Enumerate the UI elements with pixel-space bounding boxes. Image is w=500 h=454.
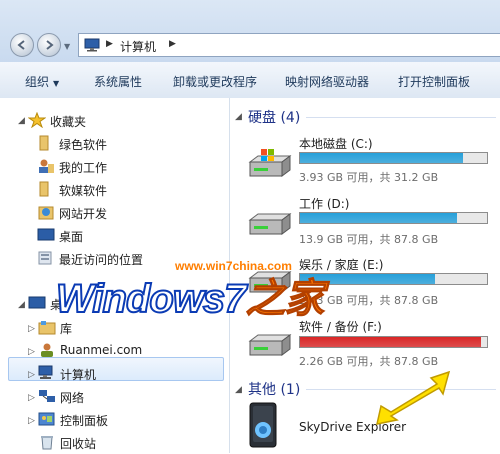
- collapse-arrow-icon[interactable]: ◢: [18, 116, 25, 126]
- breadcrumb-separator-icon[interactable]: ▶: [106, 39, 113, 49]
- collapse-arrow-icon[interactable]: ◢: [235, 385, 242, 395]
- computer-icon: [84, 38, 100, 52]
- skydrive-explorer-icon: [249, 402, 277, 448]
- collapse-arrow-icon[interactable]: ◢: [18, 300, 25, 310]
- group-divider: [306, 117, 496, 118]
- organize-label: 组织: [25, 75, 50, 89]
- recent-places-icon: [38, 251, 52, 265]
- uninstall-program-button[interactable]: 卸载或更改程序: [173, 73, 257, 90]
- drive-usage-fill: [300, 213, 458, 223]
- expand-arrow-icon[interactable]: ▷: [28, 324, 35, 334]
- organize-button[interactable]: 组织 ▼: [25, 73, 59, 90]
- drive-usage-fill: [300, 153, 463, 163]
- back-button[interactable]: [10, 33, 34, 57]
- desktop-icon: [37, 228, 55, 241]
- group-other[interactable]: 其他 (1): [248, 379, 300, 399]
- user-icon: [41, 343, 53, 357]
- hard-drive-icon: [248, 334, 292, 356]
- collapse-arrow-icon[interactable]: ◢: [235, 112, 242, 122]
- watermark-logo-zh: 之家: [245, 277, 325, 322]
- chevron-down-icon: ▼: [53, 79, 60, 88]
- recent-pages-dropdown-icon[interactable]: ▼: [64, 42, 70, 51]
- expand-arrow-icon[interactable]: ▷: [28, 347, 35, 357]
- breadcrumb-separator-icon[interactable]: ▶: [169, 39, 176, 49]
- drive-usage-bar: [299, 336, 488, 348]
- nav-my-work-label: 我的工作: [59, 161, 108, 175]
- nav-web-dev-label: 网站开发: [59, 207, 108, 221]
- nav-favorites-label: 收藏夹: [50, 115, 87, 129]
- recycle-bin-icon: [41, 436, 53, 450]
- nav-desktop-label: 桌面: [59, 230, 84, 244]
- open-control-panel-button[interactable]: 打开控制面板: [398, 73, 470, 90]
- drive-size-text: 13.9 GB 可用，共 87.8 GB: [299, 233, 439, 246]
- computer-icon: [38, 365, 53, 379]
- drive-name: 本地磁盘 (C:): [299, 137, 373, 151]
- drive-usage-fill: [300, 337, 482, 347]
- nav-network-label: 网络: [60, 391, 85, 405]
- breadcrumb-computer[interactable]: 计算机: [120, 38, 156, 55]
- desktop-icon: [28, 296, 46, 309]
- watermark-logo: Windows7之家: [55, 266, 325, 324]
- nav-ruanmei-label: Ruanmei.com: [60, 343, 143, 357]
- drive-usage-bar: [299, 212, 488, 224]
- network-icon: [39, 390, 55, 402]
- drive-usage-bar: [299, 273, 488, 285]
- map-network-drive-button[interactable]: 映射网络驱动器: [285, 73, 369, 90]
- system-properties-button[interactable]: 系统属性: [94, 73, 142, 90]
- drive-name: 工作 (D:): [299, 197, 350, 211]
- drive-usage-bar: [299, 152, 488, 164]
- drive-size-text: 2.26 GB 可用，共 87.8 GB: [299, 355, 439, 368]
- folder-icon: [39, 135, 49, 151]
- nav-green-software-label: 绿色软件: [59, 138, 108, 152]
- system-drive-icon: [248, 149, 292, 177]
- drive-size-text: 3.93 GB 可用，共 31.2 GB: [299, 171, 439, 184]
- expand-arrow-icon[interactable]: ▷: [28, 416, 35, 426]
- forward-button[interactable]: [37, 33, 61, 57]
- user-folder-icon: [39, 159, 54, 173]
- expand-arrow-icon[interactable]: ▷: [28, 393, 35, 403]
- expand-arrow-icon[interactable]: ▷: [28, 370, 35, 380]
- star-icon: [28, 112, 46, 128]
- nav-recycle-bin-label: 回收站: [60, 437, 97, 451]
- library-icon: [38, 321, 56, 335]
- back-arrow-icon: [17, 40, 25, 50]
- control-panel-icon: [38, 412, 55, 426]
- group-hard-disks[interactable]: 硬盘 (4): [248, 107, 300, 127]
- hard-drive-icon: [248, 213, 292, 235]
- nav-control-panel-label: 控制面板: [60, 414, 109, 428]
- address-bar[interactable]: ▶ 计算机 ▶: [78, 33, 500, 57]
- annotation-arrow-icon: [376, 370, 451, 425]
- watermark-logo-text: Windows7: [55, 276, 247, 322]
- nav-media-software-label: 软媒软件: [59, 184, 108, 198]
- title-bar: ▼ ▶ 计算机 ▶: [0, 0, 500, 62]
- nav-computer-label: 计算机: [60, 368, 97, 382]
- command-bar: 组织 ▼ 系统属性 卸载或更改程序 映射网络驱动器 打开控制面板: [0, 62, 500, 99]
- forward-arrow-icon: [46, 40, 54, 50]
- folder-icon: [39, 181, 49, 197]
- web-folder-icon: [38, 206, 54, 220]
